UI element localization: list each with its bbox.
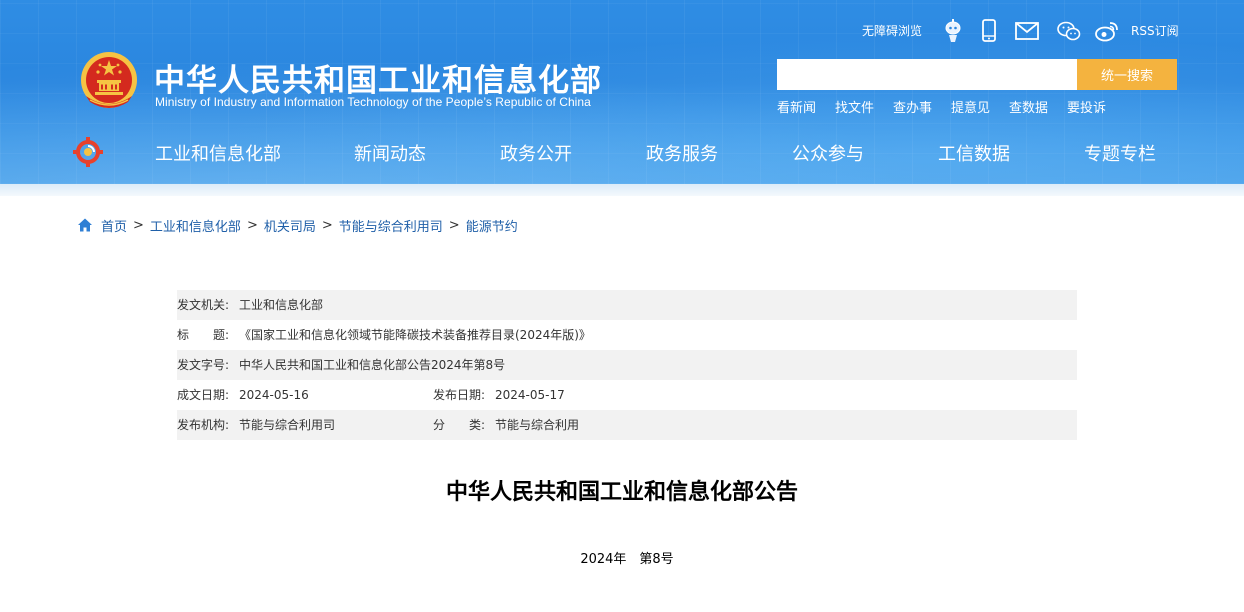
ministry-logo-icon[interactable]	[73, 137, 103, 167]
nav-item-news[interactable]: 新闻动态	[354, 140, 426, 166]
robot-icon[interactable]	[940, 18, 966, 44]
published-date-value: 2024-05-17	[495, 388, 565, 402]
breadcrumb-energy-dept[interactable]: 节能与综合利用司	[339, 216, 443, 235]
nav-item-ministry[interactable]: 工业和信息化部	[155, 140, 281, 166]
breadcrumb-separator: >	[448, 217, 460, 233]
document-title: 中华人民共和国工业和信息化部公告	[445, 480, 798, 505]
document-number: 2024年 第8号	[580, 552, 674, 567]
nav-item-public[interactable]: 公众参与	[792, 140, 864, 166]
quick-link-data[interactable]: 查数据	[1009, 97, 1048, 116]
search-input[interactable]	[777, 59, 1077, 90]
site-subtitle: Ministry of Industry and Information Tec…	[155, 95, 591, 109]
issuer-label: 发文机关:	[177, 298, 230, 312]
breadcrumb: 首页 > 工业和信息化部 > 机关司局 > 节能与综合利用司 > 能源节约	[77, 216, 518, 235]
site-header: 中华人民共和国工业和信息化部 Ministry of Industry and …	[0, 0, 1244, 184]
doc-number-label: 发文字号:	[177, 358, 230, 372]
header-bottom-strip	[0, 184, 1244, 196]
search-button[interactable]: 统一搜索	[1077, 59, 1177, 90]
nav-item-services[interactable]: 政务服务	[646, 140, 718, 166]
title-label-part1: 标	[177, 328, 190, 342]
wechat-icon[interactable]	[1056, 18, 1082, 44]
document-meta-table: 发文机关: 工业和信息化部 标 题: 《国家工业和信息化领域节能降碳技术装备推荐…	[177, 290, 1077, 440]
meta-row-issuer: 发文机关: 工业和信息化部	[177, 290, 1077, 320]
category-value: 节能与综合利用	[495, 418, 580, 432]
weibo-icon[interactable]	[1094, 18, 1120, 44]
agency-label: 发布机构:	[177, 418, 230, 432]
created-date-label: 成文日期:	[177, 388, 230, 402]
meta-row-doc-number: 发文字号: 中华人民共和国工业和信息化部公告2024年第8号	[177, 350, 1077, 380]
issuer-value: 工业和信息化部	[239, 298, 324, 312]
breadcrumb-separator: >	[133, 217, 144, 233]
category-label-part1: 分	[433, 418, 446, 432]
meta-row-dates: 成文日期: 2024-05-16 发布日期: 2024-05-17	[177, 380, 1077, 410]
breadcrumb-separator: >	[321, 217, 333, 233]
nav-item-topics[interactable]: 专题专栏	[1084, 140, 1156, 166]
breadcrumb-home[interactable]: 首页	[101, 216, 127, 235]
site-title: 中华人民共和国工业和信息化部	[154, 63, 602, 99]
national-emblem-icon[interactable]	[78, 50, 140, 114]
home-icon[interactable]	[77, 217, 93, 233]
rss-link[interactable]: RSS订阅	[1131, 22, 1179, 39]
meta-row-agency: 发布机构: 节能与综合利用司 分 类: 节能与综合利用	[177, 410, 1077, 440]
breadcrumb-energy-saving[interactable]: 能源节约	[466, 216, 518, 235]
quick-link-files[interactable]: 找文件	[835, 97, 874, 116]
nav-item-gov-info[interactable]: 政务公开	[500, 140, 572, 166]
breadcrumb-separator: >	[246, 217, 258, 233]
mobile-icon[interactable]	[976, 18, 1002, 44]
quick-link-complaint[interactable]: 要投诉	[1067, 97, 1106, 116]
quick-link-feedback[interactable]: 提意见	[951, 97, 990, 116]
nav-item-data[interactable]: 工信数据	[938, 140, 1010, 166]
title-label-part2: 题:	[213, 328, 230, 342]
breadcrumb-departments[interactable]: 机关司局	[264, 216, 316, 235]
created-date-value: 2024-05-16	[239, 388, 309, 402]
breadcrumb-ministry[interactable]: 工业和信息化部	[150, 216, 241, 235]
category-label-part2: 类:	[469, 418, 486, 432]
agency-value: 节能与综合利用司	[239, 418, 336, 432]
published-date-label: 发布日期:	[433, 388, 486, 402]
quick-link-news[interactable]: 看新闻	[777, 97, 816, 116]
meta-row-title: 标 题: 《国家工业和信息化领域节能降碳技术装备推荐目录(2024年版)》	[177, 320, 1077, 350]
quick-link-services[interactable]: 查办事	[893, 97, 932, 116]
doc-number-value: 中华人民共和国工业和信息化部公告2024年第8号	[239, 358, 506, 372]
title-value: 《国家工业和信息化领域节能降碳技术装备推荐目录(2024年版)》	[239, 328, 591, 342]
accessibility-link[interactable]: 无障碍浏览	[862, 22, 922, 39]
mail-icon[interactable]	[1014, 18, 1040, 44]
